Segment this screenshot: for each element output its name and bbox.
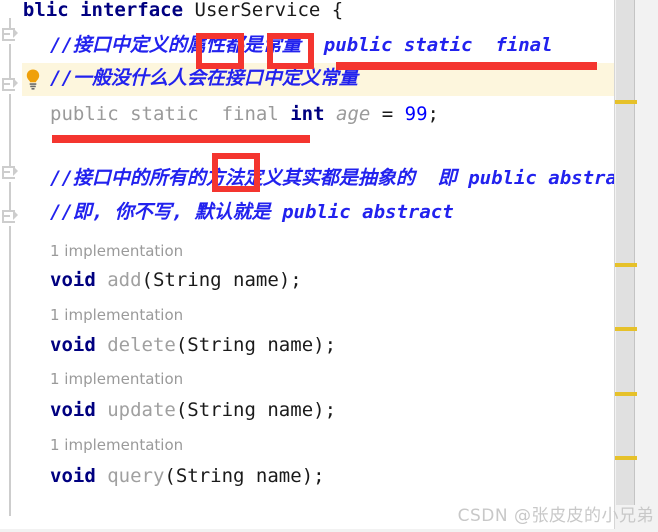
- fold-minus-shape: [3, 33, 10, 35]
- code-token: 1 implementation: [50, 306, 184, 324]
- code-token: 1 implementation: [50, 242, 184, 260]
- vertical-scrollbar-thumb[interactable]: [616, 0, 635, 505]
- code-line[interactable]: //一般没什么人会在接口中定义常量: [0, 68, 614, 88]
- code-token: add: [107, 269, 142, 291]
- code-line[interactable]: //接口中的所有的方法定义其实都是抽象的 即 public abstract: [0, 168, 640, 188]
- code-token: update: [107, 399, 176, 421]
- code-line[interactable]: void add(String name);: [0, 270, 614, 290]
- code-token: 1 implementation: [50, 370, 184, 388]
- code-token: (String name);: [164, 465, 325, 487]
- code-token: query: [107, 465, 165, 487]
- code-token: void: [50, 465, 96, 487]
- code-line[interactable]: void update(String name);: [0, 400, 614, 420]
- code-text-area[interactable]: public interface UserService {//接口中定义的属性…: [0, 0, 640, 532]
- fold-region-line: [9, 226, 11, 516]
- code-token: UserService: [194, 0, 321, 21]
- fold-region-line: [9, 182, 11, 212]
- code-token: 99: [404, 103, 428, 125]
- fold-corner-shape: [13, 166, 18, 176]
- code-token: {: [320, 0, 344, 21]
- warning-stripe-marker[interactable]: [615, 263, 637, 267]
- code-line[interactable]: 1 implementation: [0, 368, 614, 389]
- code-token: public static final: [50, 103, 291, 125]
- fold-corner-shape: [13, 78, 18, 88]
- code-line[interactable]: 1 implementation: [0, 304, 614, 325]
- code-line[interactable]: 1 implementation: [0, 240, 614, 261]
- code-line[interactable]: public interface UserService {: [0, 0, 614, 20]
- code-line[interactable]: public static final int age = 99;: [0, 104, 614, 124]
- code-token: //即, 你不写, 默认就是 public abstract: [50, 201, 454, 223]
- fold-collapse-icon[interactable]: [2, 78, 18, 93]
- fold-region-line: [9, 94, 11, 172]
- folding-gutter[interactable]: [0, 0, 22, 532]
- warning-stripe-marker[interactable]: [615, 456, 637, 460]
- code-token: 1 implementation: [50, 436, 184, 454]
- code-token: delete: [107, 334, 176, 356]
- warning-stripe-marker[interactable]: [615, 392, 637, 396]
- code-token: (String name);: [175, 399, 337, 421]
- warning-stripe-marker[interactable]: [615, 327, 637, 331]
- box-method: [212, 153, 260, 192]
- editor-right-pane: [614, 0, 658, 532]
- warning-stripe-marker[interactable]: [615, 100, 637, 104]
- code-line[interactable]: 1 implementation: [0, 434, 614, 455]
- fold-minus-shape: [3, 215, 10, 217]
- code-token: =: [370, 103, 405, 125]
- code-token: (String name);: [175, 334, 337, 356]
- box-attribute: [196, 33, 244, 69]
- code-line[interactable]: //即, 你不写, 默认就是 public abstract: [0, 202, 614, 222]
- intention-bulb-icon[interactable]: [22, 67, 44, 91]
- underline-public-static-final: [336, 62, 597, 70]
- code-token: void: [50, 334, 96, 356]
- code-line[interactable]: void query(String name);: [0, 466, 614, 486]
- code-token: int: [290, 103, 325, 125]
- code-token: interface: [80, 0, 184, 21]
- code-token: ;: [427, 103, 439, 125]
- fold-collapse-icon[interactable]: [2, 166, 18, 181]
- fold-collapse-icon[interactable]: [2, 210, 18, 225]
- box-constant: [267, 33, 314, 69]
- fold-minus-shape: [3, 83, 10, 85]
- fold-corner-shape: [13, 210, 18, 220]
- code-token: void: [50, 269, 96, 291]
- code-token: //一般没什么人会在接口中定义常量: [50, 67, 358, 89]
- csdn-watermark: CSDN @张皮皮的小兄弟: [457, 506, 654, 526]
- code-token: void: [50, 399, 96, 421]
- underline-declaration: [52, 135, 310, 143]
- code-line[interactable]: void delete(String name);: [0, 335, 614, 355]
- vertical-scrollbar-track[interactable]: [614, 0, 637, 532]
- code-token: age: [336, 103, 371, 125]
- code-editor-screenshot: public interface UserService {//接口中定义的属性…: [0, 0, 658, 532]
- fold-minus-shape: [3, 171, 10, 173]
- code-token: (String name);: [141, 269, 302, 291]
- code-token: //接口中的所有的方法定义其实都是抽象的 即 public abstract: [50, 167, 640, 189]
- fold-corner-shape: [13, 28, 18, 38]
- fold-collapse-icon[interactable]: [2, 28, 18, 43]
